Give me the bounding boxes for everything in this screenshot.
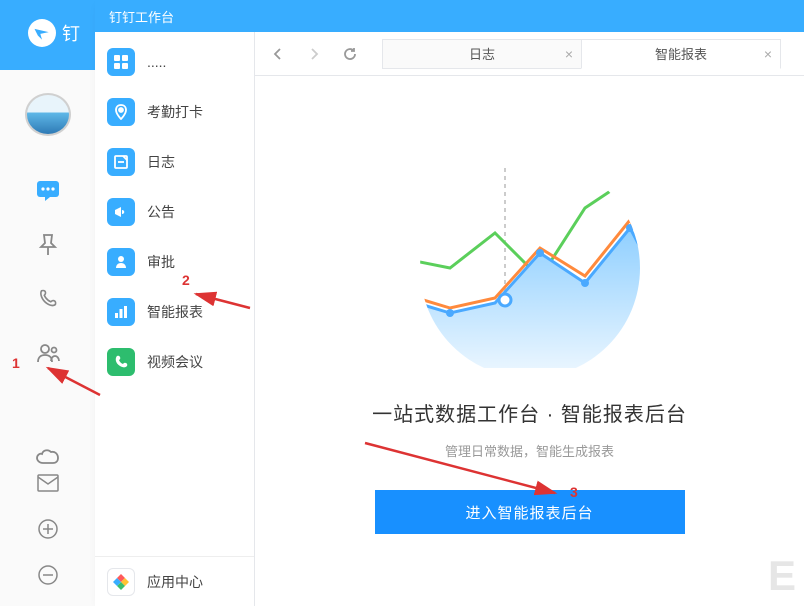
close-icon[interactable]: × xyxy=(565,46,573,62)
panel-item-grid[interactable]: ..... xyxy=(95,37,254,87)
panel-item-label: 日志 xyxy=(147,152,175,172)
panel-title: 钉钉工作台 xyxy=(95,0,804,32)
toolbar: 日志 × 智能报表 × xyxy=(255,32,804,76)
avatar[interactable] xyxy=(25,93,71,136)
mail-icon[interactable] xyxy=(35,470,61,496)
minus-icon[interactable] xyxy=(35,562,61,588)
panel-item-label: 审批 xyxy=(147,252,175,272)
pin-icon[interactable] xyxy=(35,232,61,258)
left-rail: 钉 xyxy=(0,0,95,606)
panel-footer-app-center[interactable]: 应用中心 xyxy=(95,556,254,606)
phone-icon xyxy=(107,348,135,376)
refresh-button[interactable] xyxy=(335,39,365,69)
arrow-3-icon xyxy=(360,438,570,508)
tab-label: 智能报表 xyxy=(655,44,707,63)
close-icon[interactable]: × xyxy=(764,46,772,62)
main-body: 一站式数据工作台 · 智能报表后台 管理日常数据，智能生成报表 进入智能报表后台 xyxy=(255,76,804,606)
add-icon[interactable] xyxy=(35,516,61,542)
panel-item-label: 公告 xyxy=(147,202,175,222)
grid-icon xyxy=(107,48,135,76)
brand-text: 钉 xyxy=(62,20,80,46)
rail-bottom xyxy=(35,470,61,606)
bar-chart-icon xyxy=(107,298,135,326)
panel-footer-label: 应用中心 xyxy=(147,572,203,592)
arrow-2-icon xyxy=(190,288,260,318)
location-icon xyxy=(107,98,135,126)
panel-item-announcement[interactable]: 公告 xyxy=(95,187,254,237)
note-icon xyxy=(107,148,135,176)
calls-icon[interactable] xyxy=(35,286,61,312)
panel-item-label: 考勤打卡 xyxy=(147,102,203,122)
back-button[interactable] xyxy=(263,39,293,69)
panel-title-text: 钉钉工作台 xyxy=(109,7,174,26)
forward-button[interactable] xyxy=(299,39,329,69)
user-check-icon xyxy=(107,248,135,276)
dingtalk-logo-icon xyxy=(28,19,56,47)
app-center-icon xyxy=(107,568,135,596)
panel-item-video-meeting[interactable]: 视频会议 xyxy=(95,337,254,387)
tab-label: 日志 xyxy=(469,44,495,63)
tab-smart-report[interactable]: 智能报表 × xyxy=(581,39,781,69)
headline: 一站式数据工作台 · 智能报表后台 xyxy=(372,398,687,427)
rail-icons xyxy=(35,178,61,470)
cloud-icon[interactable] xyxy=(35,444,61,470)
panel-item-label: ..... xyxy=(147,54,166,70)
brand: 钉 xyxy=(0,0,95,65)
panel-item-journal[interactable]: 日志 xyxy=(95,137,254,187)
chat-icon[interactable] xyxy=(35,178,61,204)
megaphone-icon xyxy=(107,198,135,226)
arrow-1-icon xyxy=(40,360,110,400)
panel-list: ..... 考勤打卡 日志 公告 审批 xyxy=(95,37,254,387)
panel-item-approval[interactable]: 审批 xyxy=(95,237,254,287)
tab-journal[interactable]: 日志 × xyxy=(382,39,582,69)
panel-item-label: 视频会议 xyxy=(147,352,203,372)
panel-item-attendance[interactable]: 考勤打卡 xyxy=(95,87,254,137)
tabs: 日志 × 智能报表 × xyxy=(383,39,796,69)
content: 日志 × 智能报表 × xyxy=(255,32,804,606)
chart-illustration xyxy=(380,148,680,368)
